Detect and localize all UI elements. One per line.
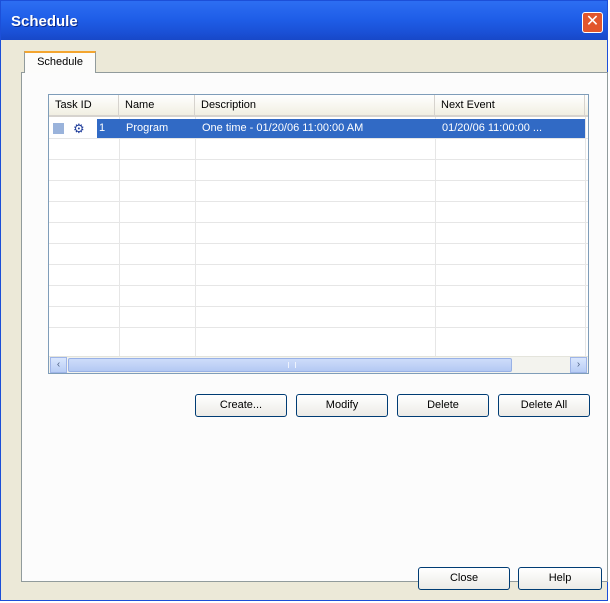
- title-bar[interactable]: Schedule ✕: [1, 1, 607, 40]
- scroll-left-button[interactable]: ‹: [50, 357, 67, 373]
- schedule-dialog: Schedule ✕ Schedule Task ID Name Descrip…: [0, 0, 608, 601]
- close-button[interactable]: Close: [418, 567, 510, 590]
- column-header-description[interactable]: Description: [195, 95, 435, 115]
- column-header-next-event[interactable]: Next Event: [435, 95, 585, 115]
- grid-line: [435, 117, 436, 357]
- schedule-list[interactable]: Task ID Name Description Next Event ⚙ 1 …: [48, 94, 589, 374]
- task-gear-icon: ⚙: [73, 121, 85, 136]
- grid-line: [49, 285, 588, 286]
- window-title: Schedule: [11, 13, 78, 30]
- cell-task-id[interactable]: 1: [97, 119, 123, 138]
- delete-button[interactable]: Delete: [397, 394, 489, 417]
- grid-line: [49, 327, 588, 328]
- grip-icon: [288, 362, 296, 368]
- row-icons: ⚙: [53, 121, 97, 136]
- grid-line: [49, 180, 588, 181]
- modify-button[interactable]: Modify: [296, 394, 388, 417]
- list-header: Task ID Name Description Next Event: [49, 95, 588, 117]
- grid-line: [49, 264, 588, 265]
- scroll-right-button[interactable]: ›: [570, 357, 587, 373]
- grid-line: [49, 222, 588, 223]
- delete-all-button[interactable]: Delete All: [498, 394, 590, 417]
- grid-line: [49, 138, 588, 139]
- cell-next-event[interactable]: 01/20/06 11:00:00 ...: [442, 119, 582, 138]
- column-header-name[interactable]: Name: [119, 95, 195, 115]
- grid-line: [585, 117, 586, 357]
- create-button[interactable]: Create...: [195, 394, 287, 417]
- column-header-task-id[interactable]: Task ID: [49, 95, 119, 115]
- tab-schedule-label: Schedule: [37, 56, 83, 68]
- grid-line: [49, 201, 588, 202]
- close-icon: ✕: [585, 13, 600, 30]
- chevron-left-icon: ‹: [56, 359, 61, 370]
- grid-line: [49, 306, 588, 307]
- grid-line: [49, 243, 588, 244]
- scrollbar-thumb[interactable]: [68, 358, 512, 372]
- cell-name[interactable]: Program: [126, 119, 192, 138]
- grid-line: [49, 159, 588, 160]
- grid-line: [195, 117, 196, 357]
- square-icon: [53, 123, 64, 134]
- help-button[interactable]: Help: [518, 567, 602, 590]
- close-window-button[interactable]: ✕: [582, 12, 603, 33]
- cell-description[interactable]: One time - 01/20/06 11:00:00 AM: [202, 119, 432, 138]
- grid-line: [119, 117, 120, 357]
- chevron-right-icon: ›: [576, 359, 581, 370]
- horizontal-scrollbar[interactable]: ‹ ›: [49, 356, 588, 373]
- tab-schedule[interactable]: Schedule: [24, 51, 96, 73]
